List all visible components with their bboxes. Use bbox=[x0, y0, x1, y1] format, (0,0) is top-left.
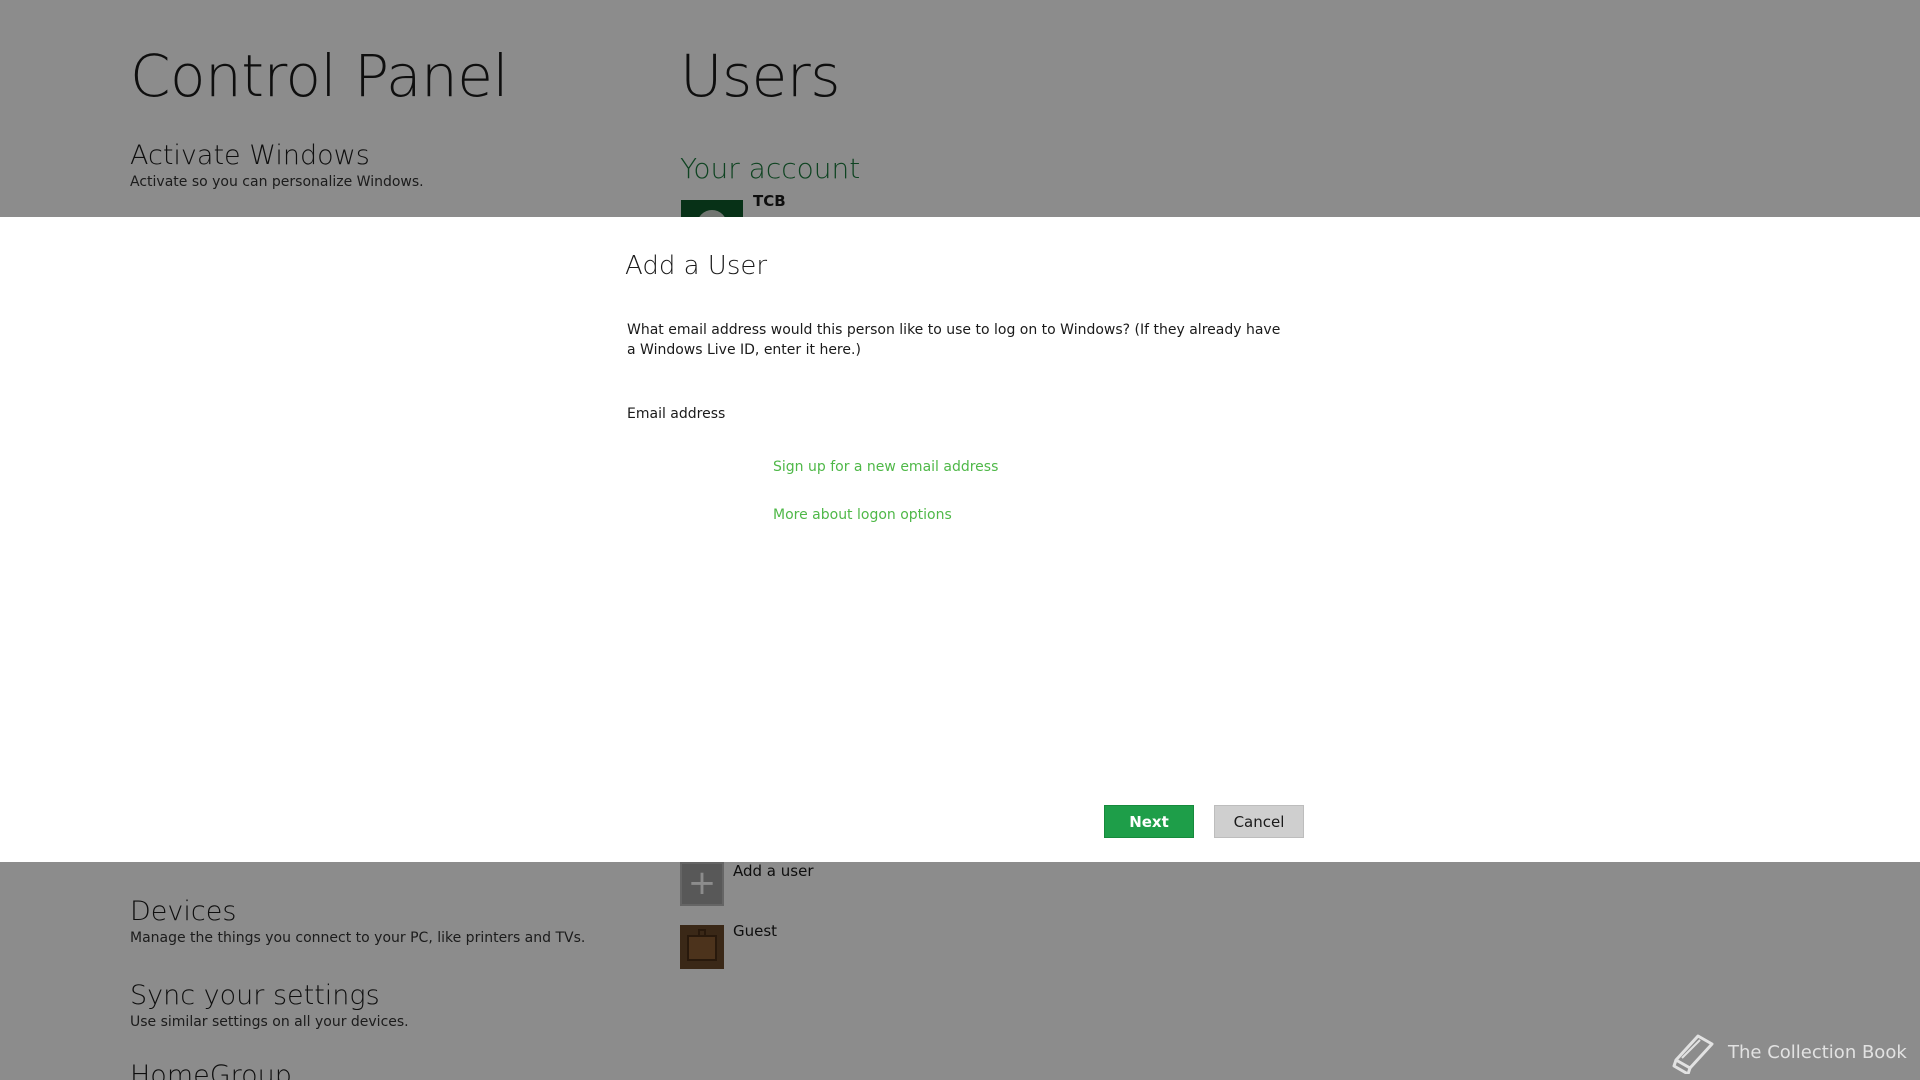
email-label: Email address bbox=[627, 406, 726, 422]
watermark: The Collection Book bbox=[1668, 1030, 1907, 1074]
cancel-button[interactable]: Cancel bbox=[1214, 805, 1304, 838]
logon-options-link[interactable]: More about logon options bbox=[773, 507, 952, 523]
book-icon bbox=[1672, 1034, 1714, 1074]
email-input[interactable] bbox=[772, 399, 1176, 429]
add-user-dialog: Add a User What email address would this… bbox=[0, 217, 1920, 862]
screen: Control Panel Users Activate Windows Act… bbox=[0, 0, 1920, 1080]
dialog-title: Add a User bbox=[625, 251, 768, 281]
watermark-text: The Collection Book bbox=[1728, 1041, 1907, 1063]
next-button[interactable]: Next bbox=[1104, 805, 1194, 838]
signup-email-link[interactable]: Sign up for a new email address bbox=[773, 459, 998, 475]
dialog-prompt: What email address would this person lik… bbox=[627, 322, 1281, 358]
